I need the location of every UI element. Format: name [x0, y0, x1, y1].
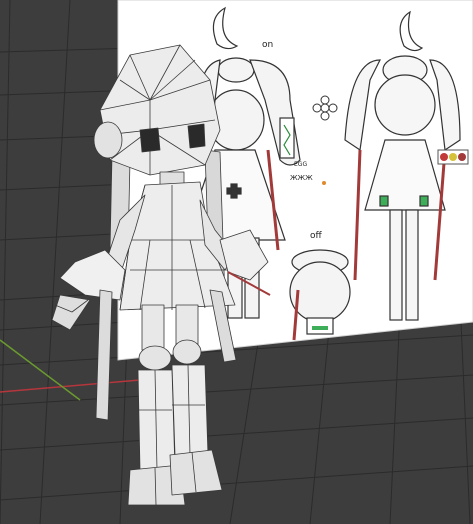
3d-viewport[interactable]: on EGG ЖЖЖ off	[0, 0, 473, 524]
label-egg: EGG	[294, 161, 307, 168]
label-on: on	[262, 40, 273, 50]
color-swatches	[437, 149, 469, 165]
label-mark: ЖЖЖ	[290, 174, 313, 182]
model-eye-left	[139, 127, 161, 153]
viewport-canvas[interactable]: on EGG ЖЖЖ off	[0, 0, 473, 524]
model-eye-right	[187, 123, 206, 149]
label-off: off	[310, 231, 323, 241]
orange-dot	[322, 181, 326, 185]
